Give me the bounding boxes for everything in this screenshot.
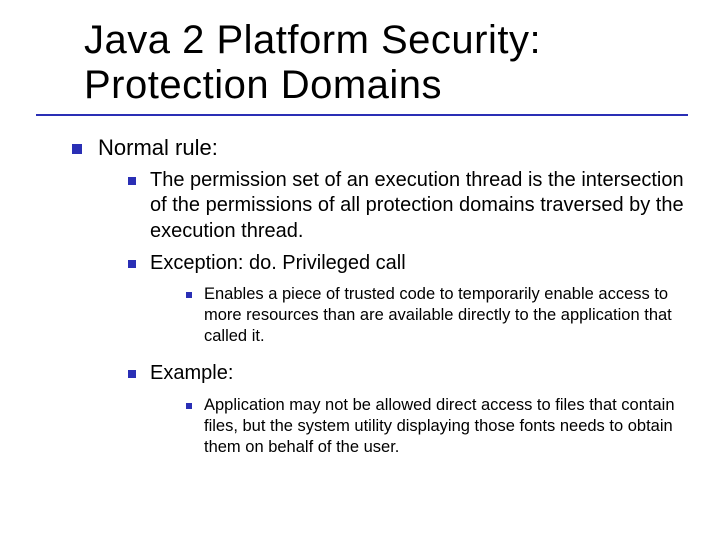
square-bullet-icon (128, 370, 136, 378)
title-underline (36, 114, 688, 116)
slide-title: Java 2 Platform Security: Protection Dom… (84, 18, 684, 108)
square-bullet-icon (128, 260, 136, 268)
square-bullet-icon (186, 292, 192, 298)
square-bullet-icon (186, 403, 192, 409)
title-line-1: Java 2 Platform Security: (84, 18, 541, 62)
lvl2-text: Example: (150, 361, 684, 387)
lvl2-text: The permission set of an execution threa… (150, 168, 684, 245)
lvl3-text: Enables a piece of trusted code to tempo… (204, 284, 684, 347)
bullet-lvl3-application: Application may not be allowed direct ac… (186, 395, 684, 458)
bullet-lvl1-normal-rule: Normal rule: (72, 134, 684, 162)
lvl3-text: Application may not be allowed direct ac… (204, 395, 684, 458)
bullet-lvl2-permission-set: The permission set of an execution threa… (128, 168, 684, 245)
bullet-lvl2-exception: Exception: do. Privileged call (128, 251, 684, 277)
spacer (36, 387, 684, 391)
title-line-2: Protection Domains (84, 63, 442, 107)
spacer (36, 276, 684, 280)
lvl2-text: Exception: do. Privileged call (150, 251, 684, 277)
square-bullet-icon (72, 144, 82, 154)
bullet-lvl2-example: Example: (128, 361, 684, 387)
lvl1-text: Normal rule: (98, 134, 684, 162)
bullet-lvl3-enables: Enables a piece of trusted code to tempo… (186, 284, 684, 347)
slide-container: Java 2 Platform Security: Protection Dom… (0, 0, 720, 540)
spacer (36, 347, 684, 355)
square-bullet-icon (128, 177, 136, 185)
